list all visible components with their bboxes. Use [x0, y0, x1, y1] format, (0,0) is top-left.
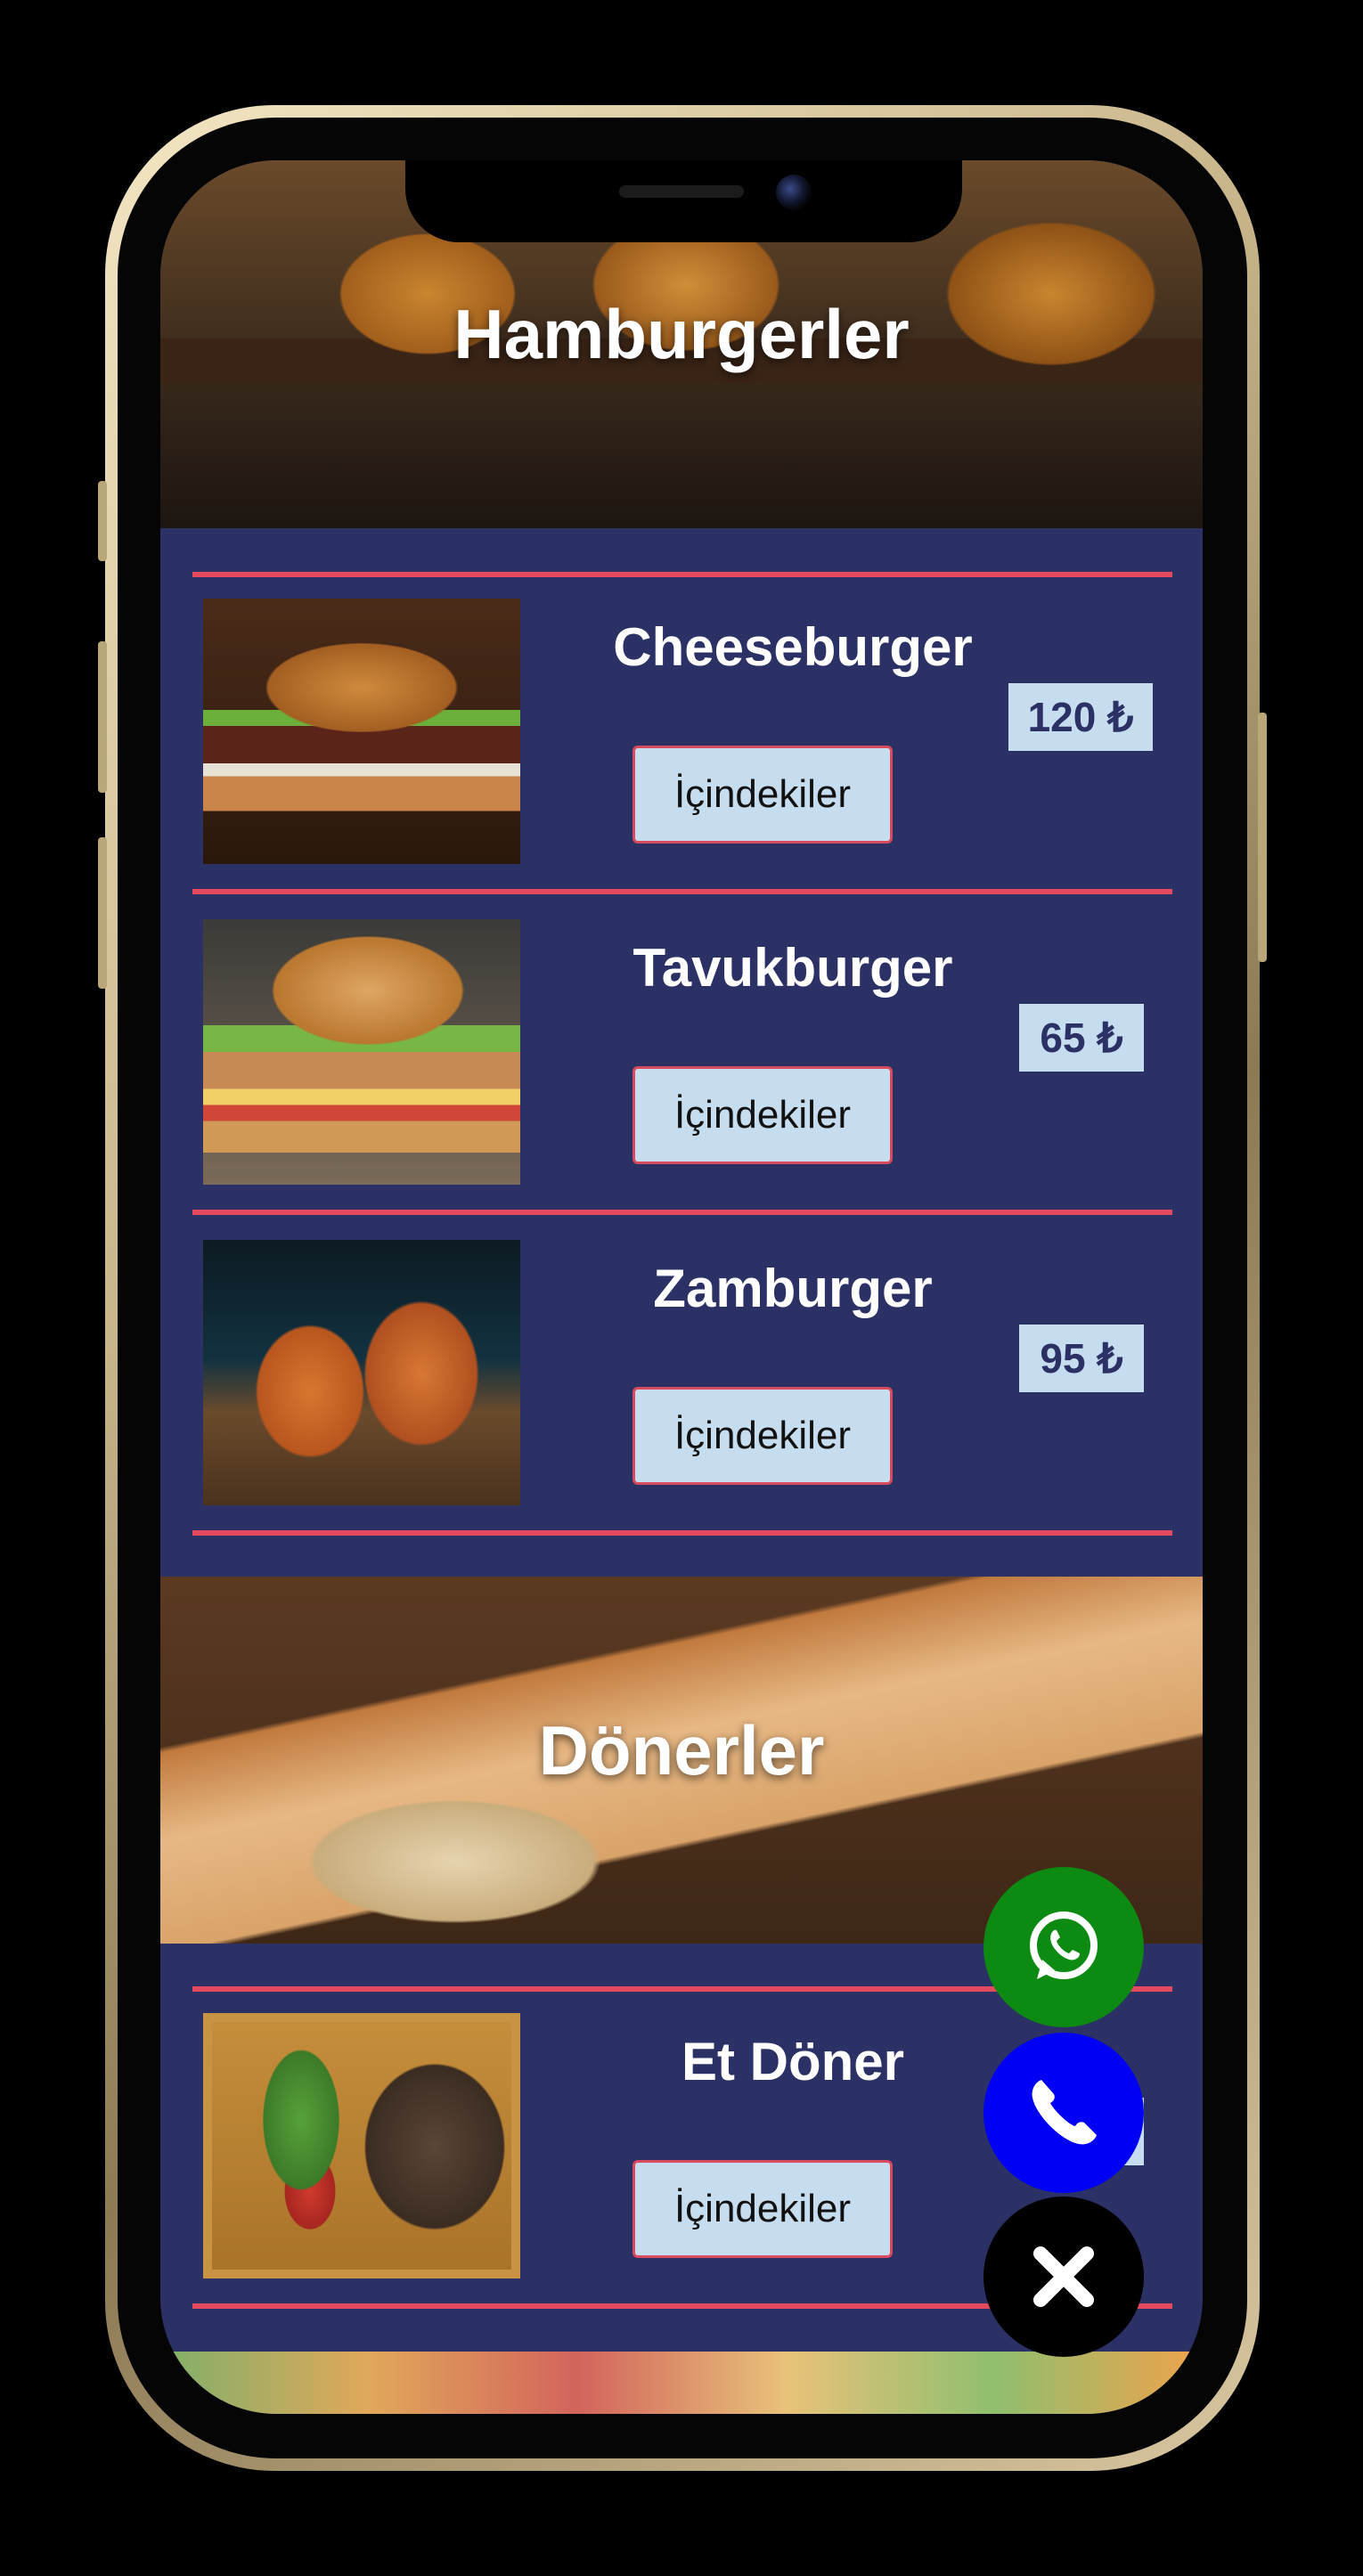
phone-call-button[interactable] — [983, 2033, 1144, 2193]
category-title: Hamburgerler — [453, 295, 910, 373]
details-button[interactable]: İçindekiler — [633, 1066, 893, 1164]
category-banner-drinks — [160, 2352, 1203, 2414]
details-button[interactable]: İçindekiler — [633, 2160, 893, 2258]
power-button — [1258, 713, 1267, 962]
menu-item-tavukburger[interactable]: Tavukburger İçindekiler 65 ₺ — [160, 919, 1203, 1186]
front-camera — [776, 175, 812, 210]
volume-up-button — [98, 641, 107, 793]
menu-item-zamburger[interactable]: Zamburger İçindekiler 95 ₺ — [160, 1240, 1203, 1507]
close-button[interactable] — [983, 2197, 1144, 2357]
category-title: Dönerler — [538, 1711, 825, 1789]
item-image — [203, 1240, 520, 1505]
item-name: Zamburger — [653, 1259, 933, 1318]
separator — [192, 889, 1172, 894]
menu-item-cheeseburger[interactable]: Cheeseburger İçindekiler 120 ₺ — [160, 599, 1203, 866]
speaker-grille — [619, 185, 744, 198]
whatsapp-button[interactable] — [983, 1867, 1144, 2027]
item-name: Tavukburger — [633, 938, 953, 998]
details-button[interactable]: İçindekiler — [633, 1387, 893, 1485]
separator — [192, 1530, 1172, 1536]
item-image — [203, 599, 520, 864]
price-badge: 95 ₺ — [1019, 1325, 1144, 1392]
details-button[interactable]: İçindekiler — [633, 746, 893, 844]
close-icon — [1033, 2246, 1094, 2307]
item-image — [203, 2013, 520, 2278]
separator — [192, 572, 1172, 577]
item-name: Et Döner — [681, 2032, 905, 2091]
price-badge: 120 ₺ — [1008, 683, 1153, 751]
item-name: Cheeseburger — [613, 617, 973, 677]
silent-switch — [98, 481, 107, 561]
notch — [405, 160, 962, 242]
item-image — [203, 919, 520, 1185]
volume-down-button — [98, 837, 107, 989]
separator — [192, 1210, 1172, 1215]
phone-icon — [1032, 2080, 1097, 2145]
price-badge: 65 ₺ — [1019, 1004, 1144, 1072]
whatsapp-icon — [1030, 1912, 1098, 1979]
